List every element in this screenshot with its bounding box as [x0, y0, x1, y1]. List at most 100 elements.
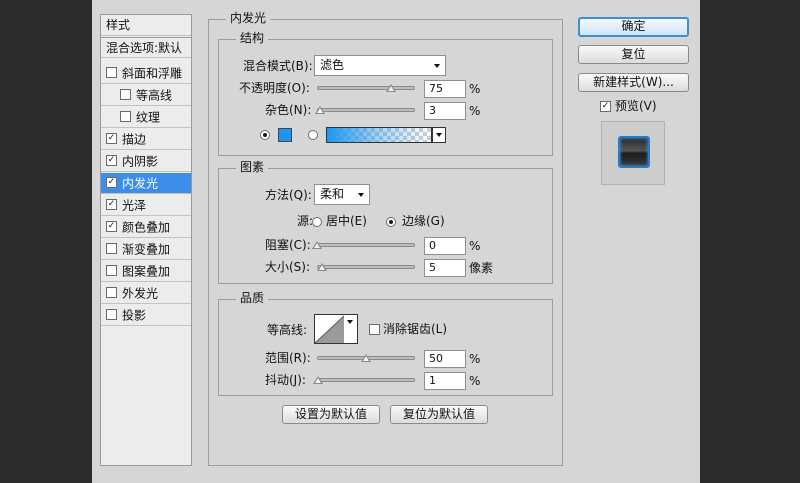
noise-label: 杂色(N): — [265, 103, 312, 117]
style-item[interactable]: ✓ 内阴影 — [101, 151, 191, 172]
blend-options-item[interactable]: 混合选项:默认 — [101, 37, 191, 58]
style-item-checkbox[interactable]: ✓ — [106, 133, 117, 144]
source-edge-label[interactable]: 边缘(G) — [402, 213, 445, 229]
style-item-checkbox[interactable]: ✓ — [106, 199, 117, 210]
choke-percent: % — [469, 239, 481, 253]
chevron-down-icon — [434, 64, 440, 68]
new-style-button[interactable]: 新建样式(W)... — [578, 73, 689, 92]
style-item-checkbox[interactable] — [106, 309, 117, 320]
opacity-slider-thumb[interactable] — [385, 84, 396, 92]
size-slider-thumb[interactable] — [317, 263, 327, 271]
contour-picker[interactable] — [314, 314, 346, 344]
ok-button[interactable]: 确定 — [578, 17, 689, 37]
glow-gradient-picker[interactable] — [326, 127, 432, 143]
opacity-input[interactable]: 75 — [424, 80, 466, 98]
style-item-checkbox[interactable]: ✓ — [106, 221, 117, 232]
size-slider-track[interactable] — [317, 265, 415, 269]
opacity-slider-track[interactable] — [317, 86, 415, 90]
style-item[interactable]: 外发光 — [101, 283, 191, 304]
choke-slider-track[interactable] — [317, 243, 415, 247]
chevron-down-icon — [358, 193, 364, 197]
jitter-slider-track[interactable] — [317, 378, 415, 382]
preview-checkbox[interactable]: ✓ — [600, 101, 611, 112]
style-item-label: 颜色叠加 — [122, 220, 171, 235]
style-item-label: 渐变叠加 — [122, 242, 171, 257]
style-item[interactable]: 渐变叠加 — [101, 239, 191, 260]
style-item-label: 外发光 — [122, 286, 159, 301]
opacity-label: 不透明度(O): — [239, 81, 310, 95]
reset-button[interactable]: 复位 — [578, 45, 689, 64]
styles-list: 样式 混合选项:默认 斜面和浮雕等高线纹理 ✓ 描边 ✓ 内阴影 ✓ 内发光 ✓ 光泽 ✓ 颜色叠加… — [100, 14, 192, 466]
style-item[interactable]: 纹理 — [101, 107, 191, 128]
gradient-dropdown-icon[interactable] — [432, 127, 446, 143]
style-item[interactable]: 图案叠加 — [101, 261, 191, 282]
preview-label[interactable]: 预览(V) — [615, 98, 657, 114]
style-item-checkbox[interactable] — [106, 243, 117, 254]
elements-legend: 图素 — [236, 160, 269, 174]
style-item[interactable]: 斜面和浮雕 — [101, 63, 191, 84]
reset-to-default-button[interactable]: 复位为默认值 — [390, 405, 488, 424]
style-item-label: 内发光 — [122, 176, 159, 191]
choke-input[interactable]: 0 — [424, 237, 466, 255]
style-item-checkbox[interactable] — [106, 265, 117, 276]
jitter-input[interactable]: 1 — [424, 372, 466, 390]
blend-mode-select[interactable]: 滤色 — [314, 55, 446, 76]
style-item-label: 等高线 — [136, 88, 173, 103]
style-item-label: 纹理 — [136, 110, 161, 125]
style-item-checkbox[interactable]: ✓ — [106, 177, 117, 188]
structure-legend: 结构 — [236, 31, 269, 45]
source-label: 源: — [297, 214, 314, 228]
style-item-checkbox[interactable] — [120, 89, 131, 100]
range-label: 范围(R): — [265, 351, 311, 365]
contour-dropdown-icon[interactable] — [344, 314, 358, 344]
jitter-label: 抖动(J): — [265, 373, 306, 387]
style-item-checkbox[interactable] — [106, 67, 117, 78]
range-slider-thumb[interactable] — [361, 354, 371, 362]
style-item-checkbox[interactable] — [120, 111, 131, 122]
noise-slider-thumb[interactable] — [314, 106, 325, 114]
source-edge-radio[interactable] — [386, 217, 396, 227]
opacity-percent: % — [469, 82, 481, 96]
style-item-label: 光泽 — [122, 198, 147, 213]
style-item[interactable]: ✓ 内发光 — [101, 173, 191, 194]
style-item[interactable]: ✓ 描边 — [101, 129, 191, 150]
source-center-radio[interactable] — [312, 217, 322, 227]
range-input[interactable]: 50 — [424, 350, 466, 368]
technique-label: 方法(Q): — [265, 188, 312, 202]
choke-label: 阻塞(C): — [265, 238, 311, 252]
contour-label: 等高线: — [267, 323, 308, 337]
style-item[interactable]: 等高线 — [101, 85, 191, 106]
style-item-checkbox[interactable] — [106, 287, 117, 298]
quality-legend: 品质 — [236, 291, 269, 305]
noise-input[interactable]: 3 — [424, 102, 466, 120]
contour-curve-icon — [315, 315, 345, 343]
blend-mode-label: 混合模式(B): — [243, 59, 313, 73]
size-input[interactable]: 5 — [424, 259, 466, 277]
noise-slider-track[interactable] — [317, 108, 415, 112]
jitter-slider-thumb[interactable] — [312, 376, 323, 384]
make-default-button[interactable]: 设置为默认值 — [282, 405, 380, 424]
style-item-label: 投影 — [122, 308, 147, 323]
style-item[interactable]: ✓ 颜色叠加 — [101, 217, 191, 238]
style-item[interactable]: 投影 — [101, 305, 191, 326]
choke-slider-thumb[interactable] — [312, 241, 322, 249]
source-center-label[interactable]: 居中(E) — [326, 213, 367, 229]
technique-value: 柔和 — [320, 187, 345, 201]
inner-glow-title: 内发光 — [226, 11, 271, 25]
range-percent: % — [469, 352, 481, 366]
antialias-label[interactable]: 消除锯齿(L) — [383, 321, 447, 337]
solid-color-radio[interactable] — [260, 130, 270, 140]
style-item[interactable]: ✓ 光泽 — [101, 195, 191, 216]
styles-header[interactable]: 样式 — [101, 15, 191, 36]
style-item-checkbox[interactable]: ✓ — [106, 155, 117, 166]
layer-style-dialog: 样式 混合选项:默认 斜面和浮雕等高线纹理 ✓ 描边 ✓ 内阴影 ✓ 内发光 ✓ 光泽 ✓ 颜色叠加… — [92, 0, 700, 483]
technique-select[interactable]: 柔和 — [314, 184, 370, 205]
style-preview-thumbnail — [601, 121, 665, 185]
antialias-checkbox[interactable] — [369, 324, 380, 335]
size-label: 大小(S): — [265, 260, 311, 274]
style-item-label: 内阴影 — [122, 154, 159, 169]
style-item-label: 斜面和浮雕 — [122, 66, 183, 81]
gradient-radio[interactable] — [308, 130, 318, 140]
glow-color-swatch[interactable] — [278, 128, 292, 142]
style-item-label: 描边 — [122, 132, 147, 147]
